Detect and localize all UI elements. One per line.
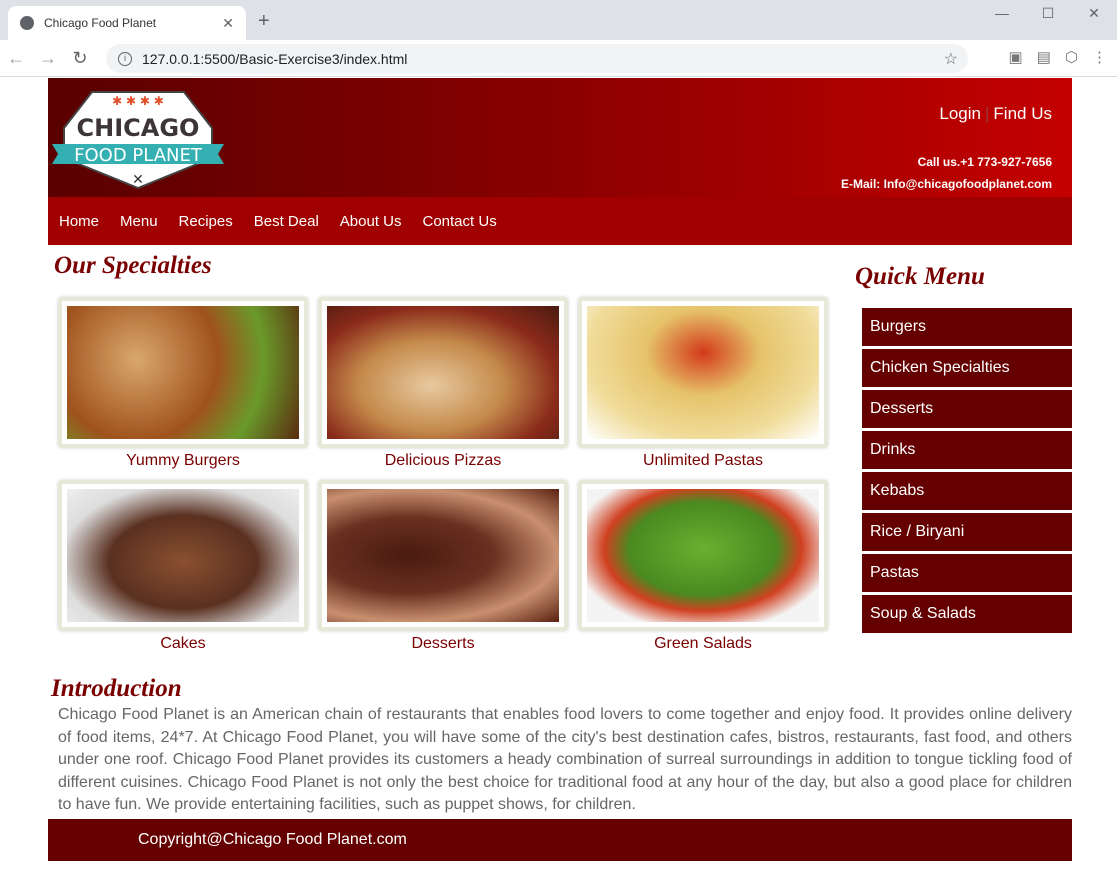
url-text: 127.0.0.1:5500/Basic-Exercise3/index.htm… bbox=[142, 50, 408, 67]
browser-tab[interactable]: Chicago Food Planet ✕ bbox=[8, 6, 246, 40]
footer: Copyright@Chicago Food Planet.com bbox=[48, 819, 1072, 861]
nav-about-us[interactable]: About Us bbox=[340, 213, 402, 230]
page: ✱ ✱ ✱ ✱ CHICAGO FOOD PLANET ✕ Login | Find… bbox=[48, 78, 1072, 861]
back-icon[interactable]: ← bbox=[0, 48, 32, 69]
burger-image[interactable] bbox=[67, 306, 299, 439]
menu-dots-icon[interactable]: ⋮ bbox=[1092, 48, 1107, 66]
svg-text:✱ ✱ ✱ ✱: ✱ ✱ ✱ ✱ bbox=[112, 94, 164, 108]
quick-menu-item[interactable]: Soup & Salads bbox=[862, 595, 1072, 633]
quick-menu-item[interactable]: Chicken Specialties bbox=[862, 349, 1072, 387]
quick-menu-heading: Quick Menu bbox=[855, 263, 985, 290]
reload-icon[interactable]: ↻ bbox=[64, 48, 96, 69]
phone: Call us.+1 773-927-7656 bbox=[917, 155, 1052, 169]
globe-icon bbox=[20, 16, 34, 30]
find-us-link[interactable]: Find Us bbox=[993, 104, 1052, 123]
maximize-button[interactable]: ☐ bbox=[1025, 0, 1071, 26]
copyright: Copyright@Chicago Food Planet.com bbox=[138, 831, 407, 848]
quick-menu-item[interactable]: Desserts bbox=[862, 390, 1072, 428]
close-tab-icon[interactable]: ✕ bbox=[222, 15, 234, 32]
specialty-card[interactable]: Cakes bbox=[58, 480, 308, 663]
profile-icon[interactable]: ⬡ bbox=[1065, 48, 1078, 66]
nav-menu[interactable]: Menu bbox=[120, 213, 158, 230]
email: E-Mail: Info@chicagofoodplanet.com bbox=[840, 177, 1052, 191]
main-nav: Home Menu Recipes Best Deal About Us Con… bbox=[48, 197, 1072, 245]
login-link[interactable]: Login bbox=[939, 104, 981, 123]
bookmark-star-icon[interactable]: ☆ bbox=[944, 49, 958, 69]
chicago-food-planet-logo[interactable]: ✱ ✱ ✱ ✱ CHICAGO FOOD PLANET ✕ bbox=[52, 88, 224, 190]
close-window-button[interactable]: ✕ bbox=[1071, 0, 1117, 26]
quick-menu-item[interactable]: Burgers bbox=[862, 308, 1072, 346]
specialty-caption[interactable]: Green Salads bbox=[578, 631, 828, 663]
specialty-caption[interactable]: Delicious Pizzas bbox=[318, 448, 568, 480]
specialty-card[interactable]: Desserts bbox=[318, 480, 568, 663]
new-tab-button[interactable]: + bbox=[258, 10, 270, 33]
extension-icon[interactable]: ▣ bbox=[1009, 48, 1023, 66]
quick-menu-item[interactable]: Drinks bbox=[862, 431, 1072, 469]
quick-menu: Burgers Chicken Specialties Desserts Dri… bbox=[862, 308, 1072, 636]
forward-icon[interactable]: → bbox=[32, 48, 64, 69]
specialty-card[interactable]: Yummy Burgers bbox=[58, 297, 308, 480]
dessert-image[interactable] bbox=[327, 489, 559, 622]
pdf-extension-icon[interactable]: ▤ bbox=[1037, 48, 1051, 66]
nav-best-deal[interactable]: Best Deal bbox=[254, 213, 319, 230]
specialty-caption[interactable]: Yummy Burgers bbox=[58, 448, 308, 480]
minimize-button[interactable]: — bbox=[979, 0, 1025, 26]
separator: | bbox=[985, 104, 990, 123]
specialty-caption[interactable]: Unlimited Pastas bbox=[578, 448, 828, 480]
info-icon[interactable]: i bbox=[118, 51, 132, 66]
specialty-card[interactable]: Green Salads bbox=[578, 480, 828, 663]
quick-menu-item[interactable]: Pastas bbox=[862, 554, 1072, 592]
svg-text:FOOD PLANET: FOOD PLANET bbox=[74, 145, 203, 166]
specialty-card[interactable]: Delicious Pizzas bbox=[318, 297, 568, 480]
introduction-text: Chicago Food Planet is an American chain… bbox=[58, 706, 1072, 813]
specialties-heading: Our Specialties bbox=[54, 252, 212, 279]
nav-contact-us[interactable]: Contact Us bbox=[423, 213, 497, 230]
svg-text:CHICAGO: CHICAGO bbox=[77, 114, 200, 142]
salad-image[interactable] bbox=[587, 489, 819, 622]
nav-home[interactable]: Home bbox=[59, 213, 99, 230]
quick-menu-item[interactable]: Kebabs bbox=[862, 472, 1072, 510]
specialty-caption[interactable]: Desserts bbox=[318, 631, 568, 663]
site-header: ✱ ✱ ✱ ✱ CHICAGO FOOD PLANET ✕ Login | Find… bbox=[48, 78, 1072, 197]
specialty-caption[interactable]: Cakes bbox=[58, 631, 308, 663]
specialty-card[interactable]: Unlimited Pastas bbox=[578, 297, 828, 480]
specialties-grid: Yummy Burgers Delicious Pizzas Unlimited… bbox=[58, 297, 838, 663]
url-input[interactable]: i 127.0.0.1:5500/Basic-Exercise3/index.ht… bbox=[106, 44, 968, 73]
cake-image[interactable] bbox=[67, 489, 299, 622]
introduction-heading: Introduction bbox=[51, 675, 182, 702]
pizza-image[interactable] bbox=[327, 306, 559, 439]
quick-menu-item[interactable]: Rice / Biryani bbox=[862, 513, 1072, 551]
nav-recipes[interactable]: Recipes bbox=[179, 213, 233, 230]
browser-tabbar: Chicago Food Planet ✕ + — ☐ ✕ bbox=[0, 0, 1117, 40]
address-bar-row: ← → ↻ i 127.0.0.1:5500/Basic-Exercise3/in… bbox=[0, 40, 1117, 77]
svg-text:✕: ✕ bbox=[132, 171, 144, 187]
tab-title: Chicago Food Planet bbox=[44, 16, 157, 30]
pasta-image[interactable] bbox=[587, 306, 819, 439]
